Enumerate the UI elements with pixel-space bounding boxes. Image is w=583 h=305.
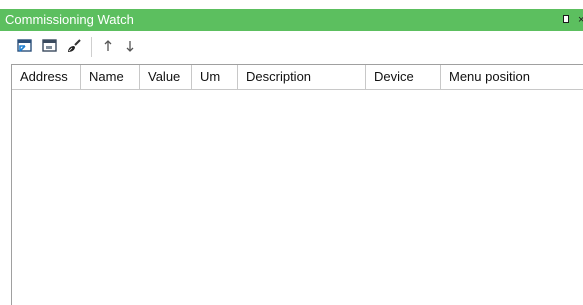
- arrow-up-icon[interactable]: [100, 38, 116, 54]
- window-add-icon[interactable]: [17, 38, 33, 54]
- column-header-value[interactable]: Value: [140, 65, 192, 89]
- watch-table[interactable]: Address Name Value Um Description Device…: [11, 64, 583, 305]
- window-remove-icon[interactable]: [42, 38, 58, 54]
- panel-title-bar[interactable]: Commissioning Watch ×: [0, 9, 583, 31]
- column-header-um[interactable]: Um: [192, 65, 238, 89]
- column-header-device[interactable]: Device: [366, 65, 441, 89]
- column-header-address[interactable]: Address: [12, 65, 81, 89]
- arrow-down-icon[interactable]: [122, 38, 138, 54]
- close-icon[interactable]: ×: [578, 9, 583, 31]
- column-header-description[interactable]: Description: [238, 65, 366, 89]
- toolbar: [0, 31, 583, 61]
- brush-icon[interactable]: [66, 38, 82, 54]
- column-header-name[interactable]: Name: [81, 65, 140, 89]
- pin-icon[interactable]: [563, 15, 569, 23]
- panel-title: Commissioning Watch: [5, 12, 134, 27]
- toolbar-separator: [91, 37, 92, 57]
- column-header-menu-position[interactable]: Menu position: [441, 65, 583, 89]
- table-header: Address Name Value Um Description Device…: [12, 65, 583, 90]
- commissioning-watch-panel: Commissioning Watch × Address Name Value…: [0, 0, 583, 305]
